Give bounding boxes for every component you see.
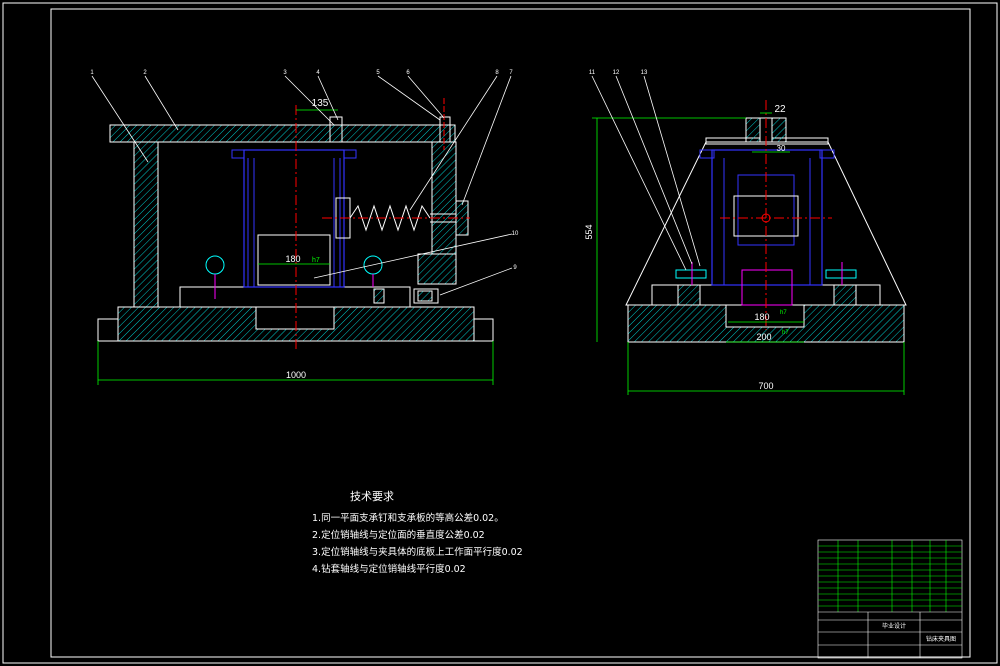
dim-180-side-tol: h7 — [780, 310, 787, 316]
dim-180-tol: h7 — [312, 257, 320, 264]
tech-req-item: 3.定位销轴线与夹具体的底板上工作面平行度0.02 — [312, 547, 523, 558]
left-view: 1000 135 180 h7 1 2 3 4 5 6 8 7 10 9 — [90, 70, 519, 385]
top-plate — [109, 124, 456, 143]
dim-135: 135 — [312, 98, 329, 109]
dim-554: 554 — [584, 224, 594, 239]
dim-1000: 1000 — [286, 370, 306, 380]
balloon: 1 — [90, 70, 94, 76]
balloon: 11 — [589, 70, 596, 76]
tech-req-title: 技术要求 — [350, 490, 394, 503]
right-column — [431, 141, 457, 255]
tech-req-item: 1.同一平面支承钉和支承板的等高公差0.02。 — [312, 513, 504, 524]
balloon: 10 — [512, 231, 519, 237]
balloon: 9 — [513, 265, 517, 271]
dim-200-tol: h7 — [782, 330, 789, 336]
dim-22: 22 — [774, 104, 786, 115]
dim-180: 180 — [285, 254, 300, 264]
balloon: 2 — [143, 70, 147, 76]
balloon: 3 — [283, 70, 287, 76]
technical-requirements: 技术要求 1.同一平面支承钉和支承板的等高公差0.02。 2.定位销轴线与定位面… — [312, 488, 523, 578]
tech-req-item: 4.钻套轴线与定位销轴线平行度0.02 — [312, 564, 466, 575]
title-company: 毕业设计 — [882, 622, 906, 630]
balloon: 12 — [613, 70, 620, 76]
balloon: 6 — [406, 70, 410, 76]
tech-req-item: 2.定位销轴线与定位面的垂直度公差0.02 — [312, 530, 485, 541]
balloon: 8 — [495, 70, 499, 76]
right-view: 700 554 22 30 180 h7 200 h7 11 12 13 — [584, 70, 907, 395]
left-column — [133, 141, 159, 308]
balloon: 5 — [376, 70, 380, 76]
dim-200: 200 — [756, 332, 771, 342]
dim-180-side: 180 — [754, 312, 769, 322]
balloon: 7 — [509, 70, 513, 76]
balloon: 4 — [316, 70, 320, 76]
dim-30: 30 — [777, 144, 786, 153]
dim-700: 700 — [758, 381, 773, 391]
title-drawing-name: 钻床夹具图 — [926, 635, 956, 643]
gauge-left — [205, 255, 225, 275]
balloon: 13 — [641, 70, 648, 76]
